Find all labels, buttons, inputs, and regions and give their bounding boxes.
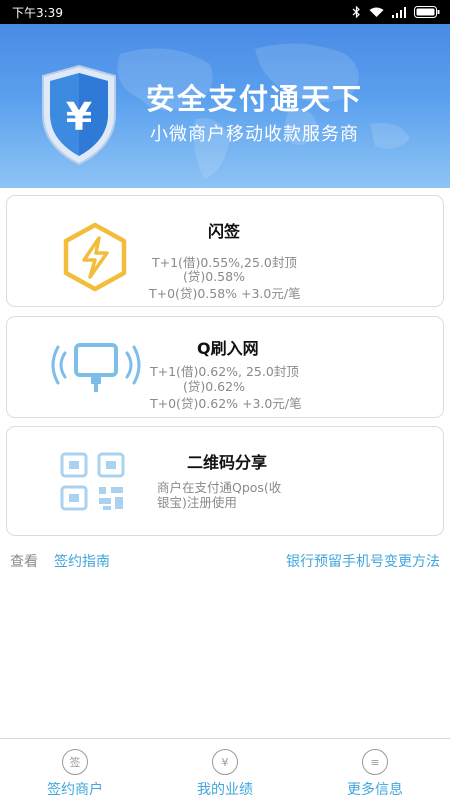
card-q-swipe[interactable]: Q刷入网 T+1(借)0.62%, 25.0封顶 (贷)0.62% T+0(贷)… [6,316,444,418]
header-banner: ¥ 安全支付通天下 小微商户移动收款服务商 [0,24,450,188]
card-line: (贷)0.58% [183,269,245,284]
nav-item-my-performance[interactable]: ¥ 我的业绩 [150,739,300,800]
links-row: 查看 签约指南 银行预留手机号变更方法 [0,551,450,571]
bluetooth-icon [352,6,361,18]
sign-icon: 签 [62,749,88,775]
qr-code-icon [60,452,125,511]
nav-item-signed-merchants[interactable]: 签 签约商户 [0,739,150,800]
card-line: T+0(贷)0.58% +3.0元/笔 [149,286,301,301]
nav-item-more-info[interactable]: ≡ 更多信息 [300,739,450,800]
banner-title: 安全支付通天下 [146,82,364,116]
card-title: 二维码分享 [187,453,268,472]
card-title: 闪签 [208,222,241,241]
card-line: 银宝)注册使用 [157,495,237,510]
card-line: 商户在支付通Qpos(收 [157,480,282,495]
signing-guide-link[interactable]: 签约指南 [54,551,110,571]
shield-symbol: ¥ [66,95,92,139]
yen-icon: ¥ [212,749,238,775]
status-icons [352,6,440,18]
lightning-hexagon-icon [63,222,127,292]
card-reader-icon [51,343,141,392]
battery-icon [414,6,440,18]
status-bar: 下午3:39 [0,0,450,24]
menu-icon: ≡ [362,749,388,775]
shield-yen-icon: ¥ [42,64,116,166]
card-line: T+0(贷)0.62% +3.0元/笔 [150,396,302,411]
bottom-nav: 签 签约商户 ¥ 我的业绩 ≡ 更多信息 [0,738,450,800]
bank-phone-change-link[interactable]: 银行预留手机号变更方法 [286,551,440,571]
signal-icon [392,6,406,18]
view-label: 查看 [10,554,38,570]
nav-label: 更多信息 [347,782,403,798]
card-flash-sign[interactable]: 闪签 T+1(借)0.55%,25.0封顶 (贷)0.58% T+0(贷)0.5… [6,195,444,307]
status-time: 下午3:39 [12,5,63,20]
banner-subtitle: 小微商户移动收款服务商 [150,124,359,145]
card-line: (贷)0.62% [183,379,245,394]
wifi-icon [369,7,384,18]
card-qr-share[interactable]: 二维码分享 商户在支付通Qpos(收 银宝)注册使用 [6,426,444,536]
nav-label: 我的业绩 [197,782,253,798]
card-line: T+1(借)0.55%,25.0封顶 [152,255,297,270]
card-line: T+1(借)0.62%, 25.0封顶 [150,364,299,379]
card-title: Q刷入网 [197,339,259,358]
nav-label: 签约商户 [47,782,103,798]
